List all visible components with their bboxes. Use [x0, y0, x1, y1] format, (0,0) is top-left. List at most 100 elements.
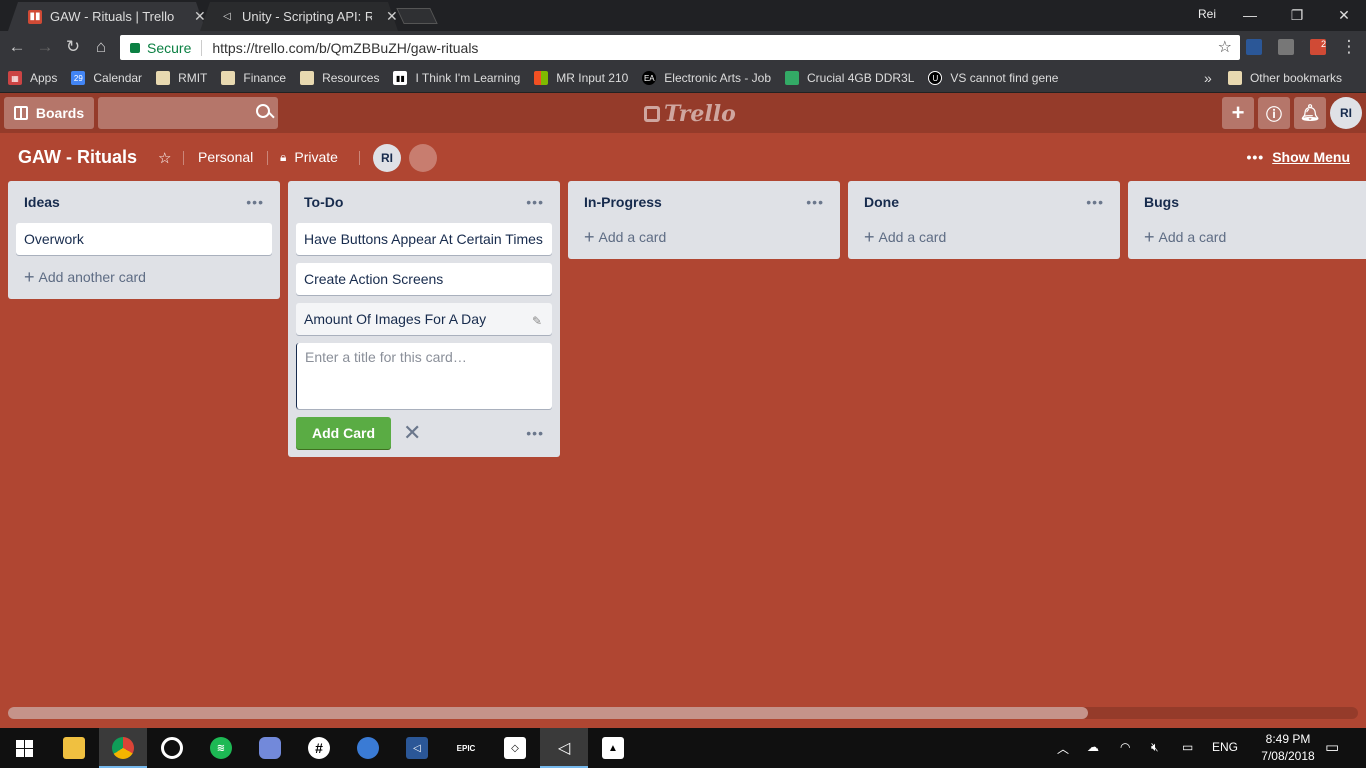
file-explorer-button[interactable]	[50, 728, 98, 768]
bookmark-calendar[interactable]: 29 Calendar	[71, 71, 142, 85]
add-card-button[interactable]: + Add a card	[576, 223, 832, 251]
star-board-icon[interactable]: ☆	[158, 149, 171, 167]
profile-name[interactable]: Rei	[1198, 7, 1216, 21]
spotify-button[interactable]: ≋	[197, 728, 245, 768]
bookmark-rmit[interactable]: RMIT	[156, 71, 207, 85]
search-input[interactable]	[98, 97, 278, 129]
home-icon[interactable]: ⌂	[90, 36, 112, 58]
menu-icon[interactable]: ⋮	[1338, 36, 1360, 58]
add-card-button[interactable]: Add Card	[296, 417, 391, 449]
start-button[interactable]	[0, 728, 48, 768]
horizontal-scrollbar[interactable]	[8, 707, 1358, 719]
reload-icon[interactable]: ↻	[62, 36, 84, 58]
discord-button[interactable]	[246, 728, 294, 768]
onedrive-icon[interactable]: ☁	[1087, 740, 1099, 754]
language-indicator[interactable]: ENG	[1212, 740, 1238, 754]
unity-hub-button[interactable]: ◇	[491, 728, 539, 768]
notification-extension-icon[interactable]: 2	[1310, 39, 1326, 55]
bookmark-star-icon[interactable]: ☆	[1218, 37, 1232, 57]
volume-muted-icon[interactable]: 🔇︎	[1151, 740, 1159, 755]
list-menu-icon[interactable]: •••	[526, 194, 544, 210]
board-title[interactable]: GAW - Rituals	[18, 147, 137, 168]
card[interactable]: Amount Of Images For A Day ✎	[296, 303, 552, 335]
bookmark-vs[interactable]: U VS cannot find gene	[928, 71, 1058, 85]
show-menu-button[interactable]: ••• Show Menu	[1247, 149, 1351, 165]
slack-button[interactable]: #	[295, 728, 343, 768]
bookmark-mr-input[interactable]: MR Input 210	[534, 71, 628, 85]
bookmark-resources[interactable]: Resources	[300, 71, 379, 85]
extension-icon[interactable]	[1246, 39, 1262, 55]
list-title[interactable]: To-Do	[304, 194, 343, 210]
add-card-button[interactable]: + Add a card	[856, 223, 1112, 251]
close-icon[interactable]: ✕	[194, 8, 206, 25]
close-icon[interactable]: ✕	[403, 420, 421, 446]
minimize-icon[interactable]: —	[1238, 4, 1262, 26]
tab-trello[interactable]: ▮▮ GAW - Rituals | Trello ✕	[8, 2, 206, 31]
file-explorer-icon	[63, 737, 85, 759]
add-member-icon[interactable]	[409, 144, 437, 172]
bookmark-other[interactable]: Other bookmarks	[1227, 71, 1342, 85]
info-icon[interactable]: ⓘ	[1258, 97, 1290, 129]
chrome-icon	[112, 737, 134, 759]
list-title[interactable]: Ideas	[24, 194, 60, 210]
close-window-icon[interactable]: ✕	[1332, 4, 1356, 26]
action-center-icon[interactable]: ▭	[1325, 738, 1339, 756]
url-text[interactable]: https://trello.com/b/QmZBBuZH/gaw-ritual…	[212, 40, 478, 56]
card-title-input[interactable]: Enter a title for this card…	[296, 343, 552, 409]
visibility-button[interactable]: 🔒︎ Private	[280, 149, 338, 165]
close-icon[interactable]: ✕	[386, 8, 398, 25]
list-menu-icon[interactable]: •••	[1086, 194, 1104, 210]
slack-icon: #	[308, 737, 330, 759]
notifications-bell-icon[interactable]: 🔔︎	[1294, 97, 1326, 129]
wifi-icon[interactable]: ◠	[1120, 740, 1130, 754]
epic-games-button[interactable]: EPIC	[442, 728, 490, 768]
list-title[interactable]: Bugs	[1144, 194, 1179, 210]
card[interactable]: Create Action Screens	[296, 263, 552, 295]
card[interactable]: Overwork	[16, 223, 272, 255]
team-button[interactable]: Personal	[198, 149, 253, 165]
show-hidden-icons-icon[interactable]: ︿	[1057, 740, 1069, 757]
edit-pencil-icon[interactable]: ✎	[532, 311, 542, 331]
bookmark-learning[interactable]: ▮▮ I Think I'm Learning	[393, 71, 520, 85]
bookmarks-overflow-button[interactable]: »	[1204, 70, 1212, 86]
system-clock[interactable]: 8:49 PM 7/08/2018	[1258, 731, 1318, 765]
visual-studio-button[interactable]: ◁	[393, 728, 441, 768]
list-menu-icon[interactable]: •••	[246, 194, 264, 210]
battery-icon[interactable]: ▭	[1182, 740, 1193, 754]
more-options-icon[interactable]: •••	[526, 425, 544, 441]
tab-unity-scripting[interactable]: ◁ Unity - Scripting API: Res ✕	[200, 2, 398, 31]
new-tab-button[interactable]	[396, 8, 438, 24]
bookmark-apps[interactable]: ▦ Apps	[8, 71, 57, 85]
user-avatar[interactable]: RI	[1330, 97, 1362, 129]
search-icon[interactable]	[256, 104, 270, 118]
create-plus-icon[interactable]: +	[1222, 97, 1254, 129]
add-card-button[interactable]: + Add another card	[16, 263, 272, 291]
maps-button[interactable]	[344, 728, 392, 768]
bookmark-crucial[interactable]: Crucial 4GB DDR3L	[785, 71, 914, 85]
unity-button[interactable]: ◁	[540, 728, 588, 768]
member-avatar[interactable]: RI	[373, 144, 401, 172]
trello-logo[interactable]: Trello	[644, 101, 736, 127]
list-title[interactable]: Done	[864, 194, 899, 210]
photos-button[interactable]: ▲	[589, 728, 637, 768]
list-menu-icon[interactable]: •••	[806, 194, 824, 210]
back-icon[interactable]: ←	[6, 36, 28, 58]
list-header: Ideas •••	[16, 181, 272, 223]
mail-extension-icon[interactable]	[1278, 39, 1294, 55]
chrome-button[interactable]	[99, 728, 147, 768]
restore-icon[interactable]: ❐	[1285, 4, 1309, 26]
scrollbar-thumb[interactable]	[8, 707, 1088, 719]
boards-button[interactable]: Boards	[4, 97, 94, 129]
card[interactable]: Have Buttons Appear At Certain Times	[296, 223, 552, 255]
calendar-icon: 29	[71, 71, 86, 85]
bookmark-finance[interactable]: Finance	[221, 71, 286, 85]
forward-icon[interactable]: →	[34, 36, 56, 58]
bookmark-label: Resources	[322, 71, 380, 85]
bookmarks-bar: ▦ Apps 29 Calendar RMIT Finance Resources …	[0, 64, 1366, 93]
add-card-button[interactable]: + Add a card	[1136, 223, 1360, 251]
composer-controls: Add Card ✕ •••	[296, 417, 552, 449]
list-title[interactable]: In-Progress	[584, 194, 662, 210]
bookmark-ea[interactable]: EA Electronic Arts - Job	[642, 71, 771, 85]
address-bar[interactable]: Secure https://trello.com/b/QmZBBuZH/gaw…	[120, 35, 1240, 60]
media-player-button[interactable]	[148, 728, 196, 768]
